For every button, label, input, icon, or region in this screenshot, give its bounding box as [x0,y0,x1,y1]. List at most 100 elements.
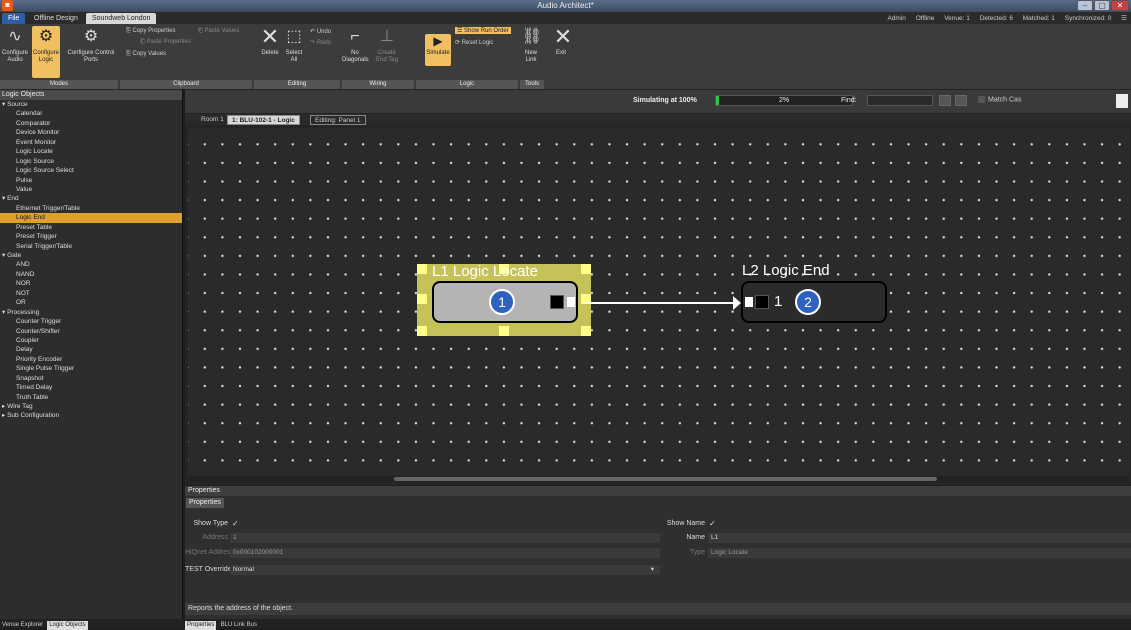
tree-item[interactable]: Device Monitor [0,128,182,137]
delete-button[interactable]: ✕ Delete [258,26,282,57]
tree-item[interactable]: OR [0,298,182,307]
tab-properties-bottom[interactable]: Properties [185,621,217,630]
type-field: Logic Locate [708,548,1131,558]
no-diagonals-button[interactable]: ⌐ No Diagonals [342,26,369,64]
tree-item[interactable]: Calendar [0,109,182,118]
tree-item-label: NOR [16,280,31,288]
breadcrumb-room[interactable]: Room 1 [197,115,228,125]
configure-audio-button[interactable]: ∿ Configure Audio [2,26,28,64]
resize-handle[interactable] [581,326,591,336]
logic-end-block[interactable]: 1 2 [741,281,887,323]
pin-icon[interactable] [1116,94,1128,108]
horizontal-scrollbar[interactable] [188,476,1129,482]
configure-logic-button[interactable]: ⚙ Configure Logic [32,26,60,78]
tree-item[interactable]: Snapshot [0,374,182,383]
breadcrumb-device[interactable]: 1: BLU-102-1 - Logic [227,115,300,125]
tree-item[interactable]: Truth Table [0,393,182,402]
resize-handle[interactable] [417,294,427,304]
tree-item[interactable]: Timed Delay [0,383,182,392]
maximize-button[interactable]: ▢ [1094,0,1110,11]
scroll-thumb[interactable] [394,477,937,481]
tree-item-label: Comparator [16,119,51,127]
tree-item[interactable]: NOR [0,279,182,288]
status-admin[interactable]: Admin [887,15,905,22]
tree-category[interactable]: ▾ Processing [0,308,182,317]
tab-blu-link-bus[interactable]: BLU Link Bus [219,621,259,630]
exit-x-icon: ✕ [553,24,573,49]
close-button[interactable]: ✕ [1111,0,1129,11]
tree-category[interactable]: ▸ Wire Tag [0,402,182,411]
find-input[interactable] [867,95,933,106]
tree-item[interactable]: Comparator [0,119,182,128]
exit-button[interactable]: ✕ Exit [552,26,572,57]
copy-properties-button[interactable]: ⎘ Copy Properties [126,28,176,35]
resize-handle[interactable] [499,326,509,336]
simulate-button[interactable]: ▶ Simulate [425,34,451,66]
tab-soundweb-london[interactable]: Soundweb London [86,13,157,24]
tab-venue-explorer[interactable]: Venue Explorer [0,621,45,630]
configure-control-ports-button[interactable]: ⚙ Configure Control Ports [63,26,119,64]
redo-button[interactable]: ↷ Redo [310,39,331,46]
tree-item[interactable]: Logic Source [0,157,182,166]
undo-button[interactable]: ↶ Undo [310,28,331,35]
test-override-select[interactable]: Normal ▾ [230,565,660,575]
status-synchronized: Synchronized: 0 [1064,15,1112,22]
logic-locate-block[interactable]: 1 [432,281,578,323]
wire[interactable] [585,302,737,304]
tab-offline-design[interactable]: Offline Design [28,13,84,24]
logic-canvas[interactable]: L1 Logic Locate 1 L2 Logic End 1 2 [188,128,1129,476]
properties-header: Properties [185,486,1131,496]
tree-item[interactable]: Value [0,185,182,194]
resize-handle[interactable] [417,326,427,336]
new-link-button[interactable]: ⛓ New Link [521,26,542,64]
tree-item[interactable]: Logic Locate [0,147,182,156]
resize-handle[interactable] [581,264,591,274]
tree-item[interactable]: Coupler [0,336,182,345]
tree-item-label: Truth Table [16,393,49,401]
tree-item[interactable]: Counter/Shifter [0,327,182,336]
tree-item[interactable]: Counter Trigger [0,317,182,326]
select-all-button[interactable]: ⬚ Select All [283,26,305,64]
input-port[interactable] [745,297,753,307]
match-case-checkbox[interactable]: Match Cas [978,96,1021,103]
tree-item[interactable]: Pulse [0,176,182,185]
tab-properties[interactable]: Properties [186,498,224,508]
create-end-tag-button[interactable]: ⊥ Create End Tag [372,26,402,64]
show-name-checkbox[interactable]: ✓ [709,519,716,528]
copy-values-button[interactable]: ⎘ Copy Values [126,51,166,58]
minimize-button[interactable]: – [1077,0,1093,11]
tree-category[interactable]: ▸ Sub Configuration [0,411,182,420]
list-icon[interactable]: ☰ [1121,15,1127,22]
output-port[interactable] [567,297,575,307]
tree-category[interactable]: ▾ End [0,194,182,203]
tree-item[interactable]: Single Pulse Trigger [0,364,182,373]
resize-handle[interactable] [417,264,427,274]
find-label: Find: [841,97,857,104]
name-field[interactable]: L1 [708,533,1131,543]
tree-item[interactable]: AND [0,260,182,269]
pin-number: 1 [774,293,783,310]
breadcrumb-editing[interactable]: Editing: Panel 1 [310,115,366,125]
paste-values-button[interactable]: ⎗ Paste Values [198,28,239,35]
tree-item[interactable]: Logic End [0,213,182,223]
reset-logic-button[interactable]: ⟳ Reset Logic [455,39,493,46]
tree-item[interactable]: Delay [0,345,182,354]
tree-item[interactable]: Serial Trigger/Table [0,242,182,251]
show-type-checkbox[interactable]: ✓ [232,519,239,528]
tree-item[interactable]: Event Monitor [0,138,182,147]
tree-category[interactable]: ▾ Source [0,100,182,109]
tree-item[interactable]: NOT [0,289,182,298]
find-previous-button[interactable] [939,95,951,106]
tab-logic-objects[interactable]: Logic Objects [47,621,88,630]
tree-item[interactable]: Priority Encoder [0,355,182,364]
tree-item[interactable]: Preset Trigger [0,232,182,241]
tab-file[interactable]: File [2,13,26,24]
paste-properties-button[interactable]: ⎗ Paste Properties [140,39,191,46]
find-next-button[interactable] [955,95,967,106]
tree-item[interactable]: Logic Source Select [0,166,182,175]
tree-item[interactable]: Ethernet Trigger/Table [0,204,182,213]
tree-item[interactable]: Preset Table [0,223,182,232]
show-run-order-button[interactable]: ☰ Show Run Order [455,27,511,34]
tree-item[interactable]: NAND [0,270,182,279]
tree-category[interactable]: ▾ Gate [0,251,182,260]
